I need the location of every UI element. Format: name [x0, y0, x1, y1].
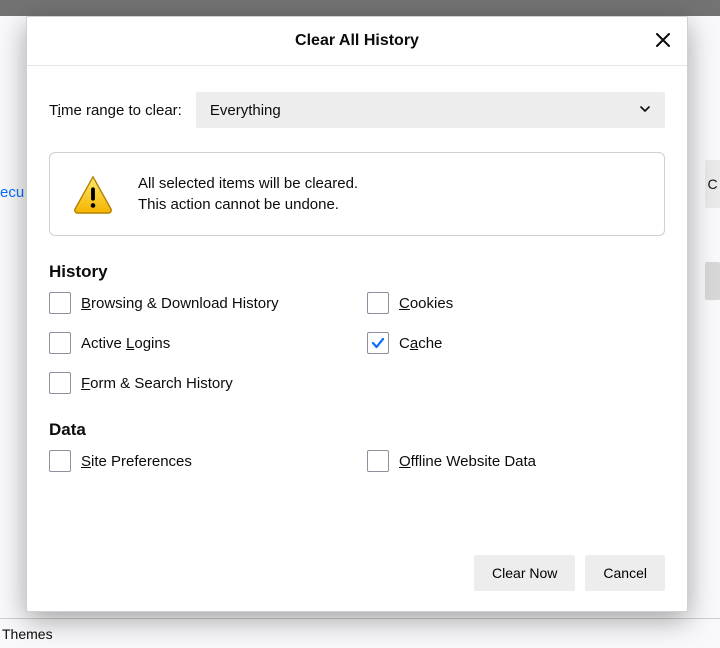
- data-heading: Data: [49, 420, 665, 440]
- history-heading: History: [49, 262, 665, 282]
- checkbox-cache[interactable]: Cache: [367, 332, 665, 354]
- checkbox-label: Site Preferences: [81, 453, 192, 470]
- warning-line-2: This action cannot be undone.: [138, 196, 358, 213]
- checkbox-form-search-history[interactable]: Form & Search History: [49, 372, 347, 394]
- checkbox-label: Offline Website Data: [399, 453, 536, 470]
- warning-line-1: All selected items will be cleared.: [138, 175, 358, 192]
- checkbox-label: Form & Search History: [81, 375, 233, 392]
- cancel-button[interactable]: Cancel: [585, 555, 665, 591]
- bg-left-link[interactable]: ecu: [0, 184, 24, 201]
- time-range-label: Time range to clear:: [49, 102, 182, 119]
- checkbox-box[interactable]: [49, 292, 71, 314]
- bg-right-button[interactable]: [705, 262, 720, 300]
- time-range-select[interactable]: Everything: [196, 92, 665, 128]
- time-range-row: Time range to clear: Everything: [49, 92, 665, 128]
- checkbox-label: Browsing & Download History: [81, 295, 279, 312]
- checkbox-browsing-history[interactable]: Browsing & Download History: [49, 292, 347, 314]
- warning-text: All selected items will be cleared. This…: [138, 171, 358, 217]
- history-grid: Browsing & Download History Cookies Acti…: [49, 292, 665, 394]
- checkbox-label: Cookies: [399, 295, 453, 312]
- app-background: ecu C Themes Clear All History Time rang…: [0, 0, 720, 648]
- dialog-body: Time range to clear: Everything: [27, 66, 687, 472]
- checkbox-cookies[interactable]: Cookies: [367, 292, 665, 314]
- checkbox-box[interactable]: [367, 332, 389, 354]
- data-grid: Site Preferences Offline Website Data: [49, 450, 665, 472]
- checkbox-box[interactable]: [367, 450, 389, 472]
- warning-icon: [72, 173, 114, 215]
- checkbox-site-preferences[interactable]: Site Preferences: [49, 450, 347, 472]
- close-button[interactable]: [647, 25, 679, 57]
- close-icon: [656, 35, 670, 50]
- dialog-buttons: Clear Now Cancel: [474, 555, 665, 591]
- checkbox-label: Active Logins: [81, 335, 170, 352]
- bg-right-panel: C: [705, 160, 720, 208]
- chevron-down-icon: [639, 102, 651, 119]
- checkbox-label: Cache: [399, 335, 442, 352]
- bg-top-strip: [0, 0, 720, 16]
- warning-box: All selected items will be cleared. This…: [49, 152, 665, 236]
- dialog-header: Clear All History: [27, 17, 687, 66]
- clear-history-dialog: Clear All History Time range to clear: E…: [26, 16, 688, 612]
- checkbox-box[interactable]: [367, 292, 389, 314]
- dialog-title: Clear All History: [295, 17, 419, 65]
- checkbox-box[interactable]: [49, 450, 71, 472]
- checkbox-active-logins[interactable]: Active Logins: [49, 332, 347, 354]
- checkbox-offline-data[interactable]: Offline Website Data: [367, 450, 665, 472]
- bg-bottom-bar: Themes: [0, 618, 720, 648]
- checkbox-box[interactable]: [49, 372, 71, 394]
- checkbox-box[interactable]: [49, 332, 71, 354]
- clear-now-button[interactable]: Clear Now: [474, 555, 575, 591]
- time-range-value: Everything: [210, 102, 281, 119]
